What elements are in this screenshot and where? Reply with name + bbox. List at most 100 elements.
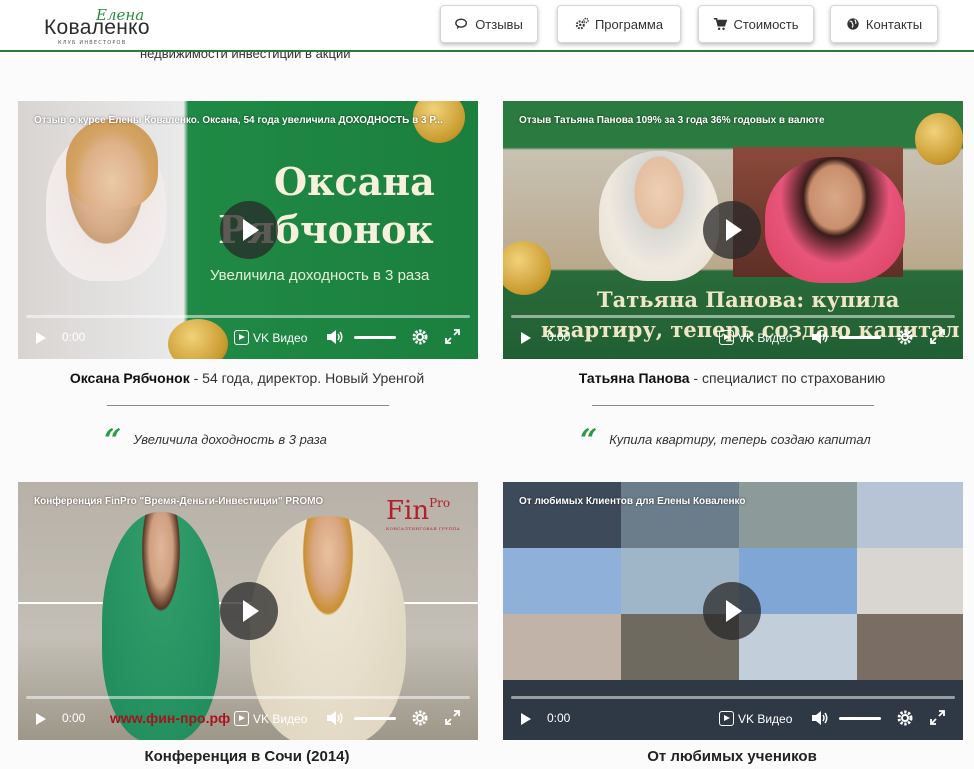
play-button[interactable] [220,201,278,259]
play-button[interactable] [703,201,761,259]
video-title: Отзыв Татьяна Панова 109% за 3 года 36% … [519,115,825,126]
time-display: 0:00 [62,330,86,344]
collage-tile-image [857,548,963,614]
collage-tile-image [503,482,621,548]
volume-slider[interactable] [354,336,396,339]
player-controls: 0:00 VK Видео [18,315,478,359]
globe-icon [847,18,859,30]
coin-image [503,241,551,295]
student-description: - специалист по страхованию [689,370,886,386]
video-caption-tatyana: Татьяна Панова - специалист по страхован… [502,370,962,386]
nav-program-button[interactable]: Программа [557,5,681,43]
fullscreen-icon[interactable] [445,710,460,725]
progress-bar[interactable] [26,696,470,699]
overlay-subtitle: Увеличила доходность в 3 раза [210,267,430,284]
vk-video-icon [719,330,734,345]
settings-gear-icon[interactable] [411,709,429,727]
vk-video-link[interactable]: VK Видео [719,711,792,726]
video-title: Конференция FinPro "Время-Деньги-Инвести… [34,496,324,507]
volume-icon[interactable] [326,710,344,726]
settings-gear-icon[interactable] [896,328,914,346]
time-display: 0:00 [547,711,571,725]
vk-video-icon [719,711,734,726]
vk-video-label: VK Видео [253,330,308,345]
logo-subtitle: КЛУБ ИНВЕСТОРОВ [58,40,127,46]
collage-tile-image [857,614,963,680]
student-name: Оксана Рябчонок [69,370,190,386]
cart-icon [714,17,728,31]
fullscreen-icon[interactable] [930,329,945,344]
nav-price-button[interactable]: Стоимость [698,5,814,43]
speaker-face-image [66,119,158,209]
progress-bar[interactable] [511,696,955,699]
overlay-first-name: Оксана [274,159,435,204]
vk-video-label: VK Видео [738,711,793,726]
comments-icon [455,18,468,30]
vk-video-icon [234,711,249,726]
logo-main-text: Коваленко [44,16,150,39]
video-caption-students: От любимых учеников [647,748,817,765]
video-player-tatyana[interactable]: Татьяна Панова: купила квартиру, теперь … [503,101,963,359]
volume-icon[interactable] [811,329,829,345]
play-icon[interactable] [521,713,531,725]
settings-gear-icon[interactable] [411,328,429,346]
play-icon[interactable] [36,332,46,344]
play-icon[interactable] [521,332,531,344]
nav-reviews-label: Отзывы [475,16,523,32]
review-quote-tatyana: “ Купила квартиру, теперь создаю капитал [580,422,871,456]
review-quote-oksana: “ Увеличила доходность в 3 раза [104,422,327,456]
volume-slider[interactable] [354,717,396,720]
divider [592,405,874,406]
volume-slider[interactable] [839,717,881,720]
quote-text: Купила квартиру, теперь создаю капитал [609,431,871,447]
video-caption-oksana: Оксана Рябчонок - 54 года, директор. Нов… [17,370,477,386]
play-button[interactable] [703,582,761,640]
volume-icon[interactable] [326,329,344,345]
quote-mark-icon: “ [580,423,598,458]
collage-tile-image [503,548,621,614]
nav-reviews-button[interactable]: Отзывы [440,5,538,43]
fullscreen-icon[interactable] [445,329,460,344]
video-player-conference[interactable]: FinPro КОНСАЛТИНГОВАЯ ГРУППА www.фин-про.… [18,482,478,740]
player-controls: 0:00 VK Видео [503,696,963,740]
volume-slider[interactable] [839,336,881,339]
video-title: От любимых Клиентов для Елены Коваленко [519,496,746,507]
speaker-right-image [765,157,905,283]
settings-gear-icon[interactable] [896,709,914,727]
vk-video-link[interactable]: VK Видео [234,330,307,345]
video-player-oksana[interactable]: Оксана Рябчонок Увеличила доходность в 3… [18,101,478,359]
time-display: 0:00 [547,330,571,344]
logo[interactable]: Елена Коваленко КЛУБ ИНВЕСТОРОВ [44,6,164,48]
nav-program-label: Программа [594,16,664,32]
finpro-brand-name: Fin [386,496,430,526]
fullscreen-icon[interactable] [930,710,945,725]
finpro-brand-sup: Pro [429,496,451,510]
collage-tile-image [739,482,857,548]
gears-icon [575,17,589,30]
quote-text: Увеличила доходность в 3 раза [133,431,327,447]
progress-bar[interactable] [26,315,470,318]
vk-video-link[interactable]: VK Видео [719,330,792,345]
nav-price-label: Стоимость [733,16,799,32]
quote-mark-icon: “ [104,423,122,458]
collage-tile-image [857,482,963,548]
site-header: Елена Коваленко КЛУБ ИНВЕСТОРОВ Отзывы П… [0,0,974,52]
video-caption-conference: Конференция в Сочи (2014) [144,748,350,765]
play-button[interactable] [220,582,278,640]
coin-image [915,113,963,165]
overlay-headline-line1: Татьяна Панова: купила [597,287,900,312]
progress-bar[interactable] [511,315,955,318]
video-player-students[interactable]: От любимых Клиентов для Елены Коваленко … [503,482,963,740]
collage-tile-image [621,482,739,548]
collage-tile-image [503,614,621,680]
player-controls: 0:00 VK Видео [503,315,963,359]
divider [107,405,389,406]
speaker-left-image [599,151,719,281]
volume-icon[interactable] [811,710,829,726]
play-icon[interactable] [36,713,46,725]
vk-video-icon [234,330,249,345]
nav-contacts-button[interactable]: Контакты [830,5,938,43]
time-display: 0:00 [62,711,86,725]
vk-video-label: VK Видео [253,711,308,726]
vk-video-link[interactable]: VK Видео [234,711,307,726]
